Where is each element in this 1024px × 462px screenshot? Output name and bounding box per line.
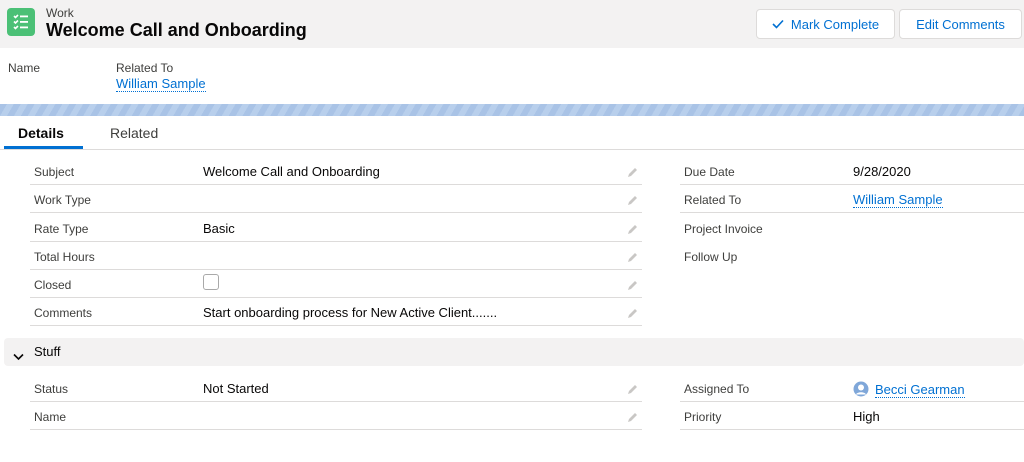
field-comments: Comments Start onboarding process for Ne… bbox=[30, 298, 642, 326]
highlights-panel: Name Related To William Sample bbox=[0, 48, 1024, 104]
field-rate-type: Rate Type Basic bbox=[30, 214, 642, 242]
pencil-icon[interactable] bbox=[627, 278, 638, 296]
field-label: Project Invoice bbox=[684, 222, 763, 236]
mark-complete-button[interactable]: Mark Complete bbox=[756, 9, 895, 39]
highlight-related-to-link[interactable]: William Sample bbox=[116, 76, 206, 92]
page-title: Welcome Call and Onboarding bbox=[46, 20, 307, 40]
mark-complete-label: Mark Complete bbox=[790, 16, 880, 32]
field-label: Related To bbox=[684, 193, 742, 207]
field-label: Closed bbox=[34, 278, 72, 292]
field-label: Status bbox=[34, 382, 69, 396]
active-tab-indicator bbox=[4, 146, 83, 149]
pencil-icon[interactable] bbox=[627, 306, 638, 324]
pencil-icon[interactable] bbox=[627, 165, 638, 183]
field-due-date: Due Date 9/28/2020 bbox=[680, 157, 1024, 185]
pencil-icon[interactable] bbox=[627, 382, 638, 400]
record-header: Work Welcome Call and Onboarding Mark Co… bbox=[0, 0, 1024, 48]
field-name: Name bbox=[30, 402, 642, 430]
field-label: Subject bbox=[34, 165, 75, 179]
user-avatar-icon bbox=[853, 381, 869, 397]
field-value: Basic bbox=[203, 221, 235, 236]
field-value: 9/28/2020 bbox=[853, 164, 911, 179]
tab-related[interactable]: Related bbox=[110, 125, 158, 141]
field-value: High bbox=[853, 409, 880, 424]
section-stuff-toggle[interactable]: Stuff bbox=[4, 338, 1024, 366]
chevron-down-icon bbox=[13, 348, 24, 366]
tab-bar: Details Related bbox=[0, 116, 1024, 150]
field-subject: Subject Welcome Call and Onboarding bbox=[30, 157, 642, 185]
decorative-banner bbox=[0, 104, 1024, 116]
highlight-related-to-label: Related To bbox=[116, 61, 174, 75]
assigned-to-link[interactable]: Becci Gearman bbox=[875, 382, 965, 398]
pencil-icon[interactable] bbox=[627, 222, 638, 240]
field-status: Status Not Started bbox=[30, 374, 642, 402]
field-label: Work Type bbox=[34, 193, 91, 207]
field-label: Priority bbox=[684, 410, 722, 424]
field-label: Due Date bbox=[684, 165, 735, 179]
assigned-to-value: Becci Gearman bbox=[853, 381, 965, 398]
field-project-invoice: Project Invoice bbox=[680, 214, 1024, 242]
edit-comments-button[interactable]: Edit Comments bbox=[899, 9, 1022, 39]
field-priority: Priority High bbox=[680, 402, 1024, 430]
checkmark-icon bbox=[772, 17, 784, 32]
field-assigned-to: Assigned To Becci Gearman bbox=[680, 374, 1024, 402]
section-title: Stuff bbox=[34, 344, 61, 359]
closed-checkbox[interactable] bbox=[203, 274, 219, 290]
field-value: Welcome Call and Onboarding bbox=[203, 164, 380, 179]
task-list-icon bbox=[7, 8, 35, 36]
field-label: Name bbox=[34, 410, 67, 424]
field-total-hours: Total Hours bbox=[30, 242, 642, 270]
pencil-icon[interactable] bbox=[627, 410, 638, 428]
field-label: Comments bbox=[34, 306, 93, 320]
field-work-type: Work Type bbox=[30, 185, 642, 213]
field-label: Rate Type bbox=[34, 222, 89, 236]
field-label: Follow Up bbox=[684, 250, 738, 264]
pencil-icon[interactable] bbox=[627, 250, 638, 268]
field-label: Total Hours bbox=[34, 250, 95, 264]
object-type-label: Work bbox=[46, 6, 74, 20]
edit-comments-label: Edit Comments bbox=[916, 16, 1005, 32]
tab-details[interactable]: Details bbox=[18, 125, 64, 141]
field-label: Assigned To bbox=[684, 382, 750, 396]
highlight-name-label: Name bbox=[8, 61, 41, 75]
field-value: Not Started bbox=[203, 381, 269, 396]
field-follow-up: Follow Up bbox=[680, 242, 1024, 270]
field-value: Start onboarding process for New Active … bbox=[203, 305, 498, 320]
related-to-link[interactable]: William Sample bbox=[853, 192, 943, 208]
pencil-icon[interactable] bbox=[627, 193, 638, 211]
field-closed: Closed bbox=[30, 270, 642, 298]
field-related-to: Related To William Sample bbox=[680, 185, 1024, 213]
